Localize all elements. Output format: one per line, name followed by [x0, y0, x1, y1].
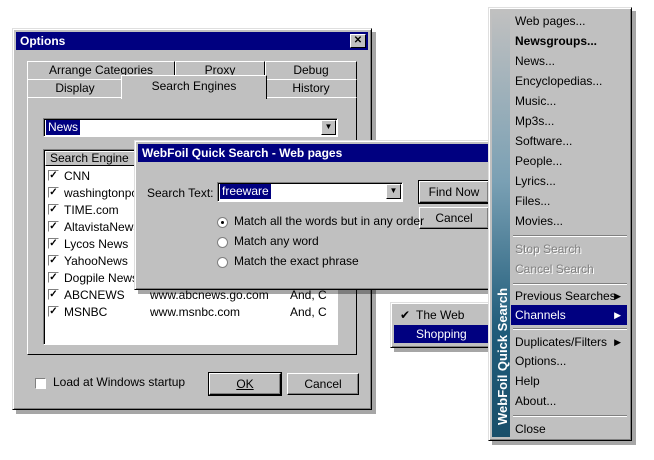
engine-checkbox[interactable]: ✓	[48, 170, 59, 181]
submenu-item-the-web[interactable]: ✔ The Web	[394, 306, 488, 324]
menu-item-encyclopedias[interactable]: Encyclopedias...	[515, 71, 627, 91]
engine-checkbox[interactable]: ✓	[48, 272, 59, 283]
main-menu: WebFoil Quick Search Web pages... Newsgr…	[488, 7, 632, 441]
quick-cancel-button[interactable]: Cancel	[419, 207, 489, 229]
search-text-label: Search Text:	[147, 186, 214, 200]
chevron-down-icon[interactable]: ▼	[386, 184, 401, 199]
menu-item-music[interactable]: Music...	[515, 91, 627, 111]
menu-item-newsgroups[interactable]: Newsgroups...	[515, 31, 627, 51]
radio-match-exact-label: Match the exact phrase	[234, 254, 359, 268]
engine-checkbox[interactable]: ✓	[48, 238, 59, 249]
tab-search-engines[interactable]: Search Engines	[121, 75, 267, 99]
menu-separator	[513, 415, 627, 417]
engine-name: AltavistaNews	[64, 220, 140, 234]
channels-submenu: ✔ The Web Shopping	[390, 302, 492, 348]
engine-checkbox[interactable]: ✓	[48, 187, 59, 198]
menu-item-people[interactable]: People...	[515, 151, 627, 171]
menu-item-channels[interactable]: Channels ▶	[511, 305, 627, 325]
engine-checkbox[interactable]: ✓	[48, 289, 59, 300]
engine-name: YahooNews	[64, 254, 128, 268]
menu-item-duplicates-filters[interactable]: Duplicates/Filters ▶	[515, 332, 627, 352]
menu-item-previous-searches[interactable]: Previous Searches ▶	[515, 286, 627, 306]
checkmark-icon: ✔	[400, 308, 411, 322]
chevron-right-icon: ▶	[614, 337, 621, 347]
menu-item-options[interactable]: Options...	[515, 351, 627, 371]
radio-match-any[interactable]	[217, 237, 228, 248]
options-title-bar[interactable]: Options ✕	[16, 32, 368, 50]
radio-match-exact[interactable]	[217, 257, 228, 268]
tab-debug[interactable]: Debug	[265, 61, 357, 79]
table-row[interactable]: ✓ MSNBC www.msnbc.com And, C	[44, 304, 337, 320]
engine-checkbox[interactable]: ✓	[48, 204, 59, 215]
quick-search-dialog: WebFoil Quick Search - Web pages Search …	[134, 140, 506, 290]
radio-match-all-label: Match all the words but in any order	[234, 214, 425, 228]
category-value: News	[46, 120, 81, 135]
menu-item-stop-search[interactable]: Stop Search	[515, 239, 627, 259]
startup-checkbox[interactable]	[35, 378, 46, 389]
category-select[interactable]: News ▼	[43, 118, 338, 137]
menu-item-close[interactable]: Close	[515, 419, 627, 439]
search-value: freeware	[220, 184, 271, 199]
menu-separator	[513, 328, 627, 330]
menu-item-help[interactable]: Help	[515, 371, 627, 391]
menu-item-mp3s[interactable]: Mp3s...	[515, 111, 627, 131]
engine-list-header[interactable]: Search Engine	[45, 151, 141, 166]
menu-item-lyrics[interactable]: Lyrics...	[515, 171, 627, 191]
engine-name: Lycos News	[64, 237, 129, 251]
find-now-button[interactable]: Find Now	[418, 180, 490, 204]
quick-search-title: WebFoil Quick Search - Web pages	[142, 146, 343, 160]
chevron-right-icon: ▶	[614, 310, 621, 320]
chevron-right-icon: ▶	[614, 291, 621, 301]
menu-item-software[interactable]: Software...	[515, 131, 627, 151]
menu-separator	[513, 235, 627, 237]
radio-match-any-label: Match any word	[234, 234, 319, 248]
menu-sidebar: WebFoil Quick Search	[492, 11, 510, 437]
engine-name: ABCNEWS	[64, 288, 125, 302]
quick-search-title-bar[interactable]: WebFoil Quick Search - Web pages	[138, 144, 502, 162]
engine-url: www.msnbc.com	[150, 305, 241, 319]
engine-name: CNN	[64, 169, 90, 183]
menu-item-web-pages[interactable]: Web pages...	[515, 11, 627, 31]
menu-item-movies[interactable]: Movies...	[515, 211, 627, 231]
sidebar-label: WebFoil Quick Search	[495, 287, 510, 425]
startup-label: Load at Windows startup	[53, 375, 186, 389]
menu-item-about[interactable]: About...	[515, 391, 627, 411]
menu-item-news[interactable]: News...	[515, 51, 627, 71]
engine-name: MSNBC	[64, 305, 108, 319]
options-title: Options	[20, 34, 66, 48]
tab-history[interactable]: History	[265, 79, 357, 97]
engine-checkbox[interactable]: ✓	[48, 221, 59, 232]
close-icon[interactable]: ✕	[350, 34, 366, 48]
engine-checkbox[interactable]: ✓	[48, 306, 59, 317]
submenu-item-shopping[interactable]: Shopping	[394, 325, 488, 343]
cancel-button[interactable]: Cancel	[287, 373, 359, 395]
menu-separator	[513, 283, 627, 285]
tab-display[interactable]: Display	[27, 79, 123, 97]
engine-checkbox[interactable]: ✓	[48, 255, 59, 266]
radio-match-all[interactable]	[217, 217, 228, 228]
ok-button[interactable]: OK	[208, 372, 282, 396]
menu-item-files[interactable]: Files...	[515, 191, 627, 211]
menu-item-cancel-search[interactable]: Cancel Search	[515, 259, 627, 279]
engine-extra: And, C	[290, 305, 327, 319]
search-input[interactable]: freeware ▼	[217, 182, 403, 202]
chevron-down-icon[interactable]: ▼	[321, 120, 336, 135]
engine-name: TIME.com	[64, 203, 119, 217]
